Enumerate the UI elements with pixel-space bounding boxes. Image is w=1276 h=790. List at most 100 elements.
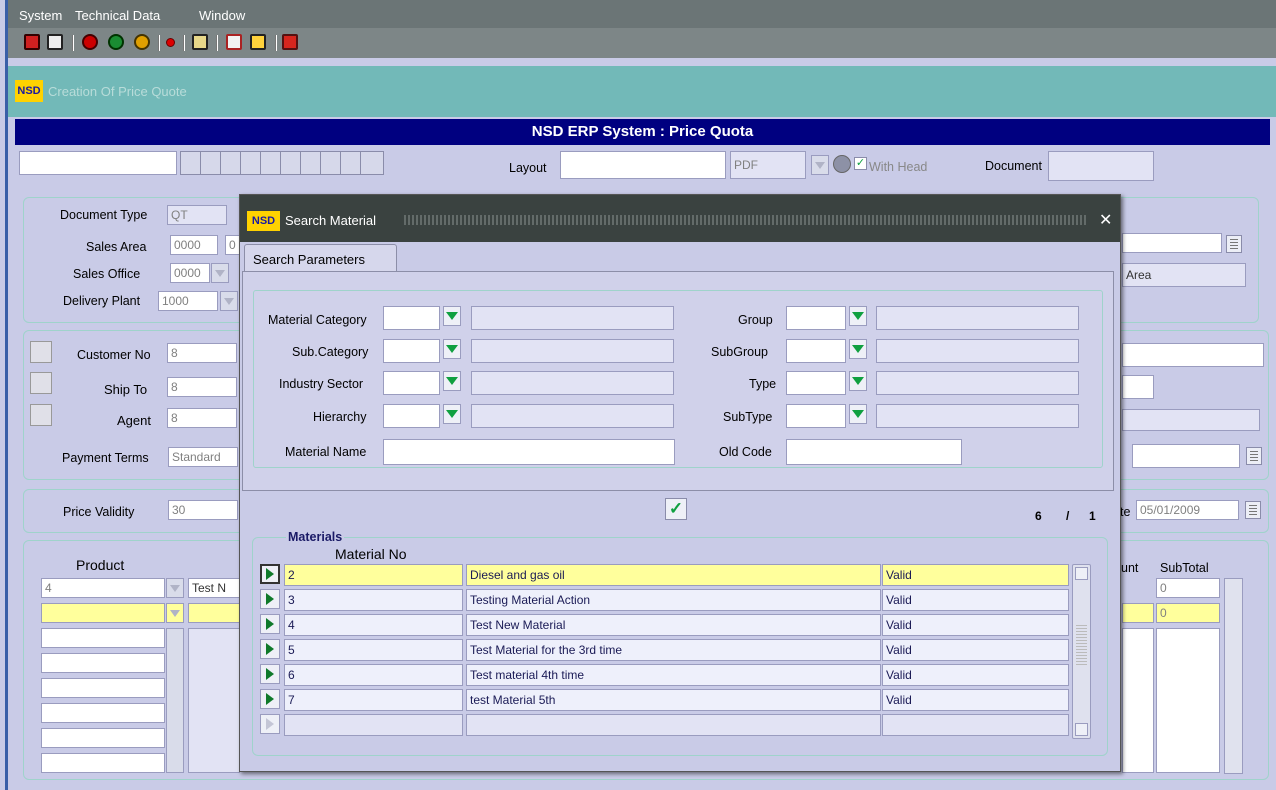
industry-sector-lov-icon[interactable] [443, 371, 461, 391]
agent-field[interactable]: 8 [167, 408, 237, 428]
material-name-field[interactable] [383, 439, 675, 465]
product-row-5[interactable] [41, 678, 165, 698]
list-icon[interactable] [192, 34, 208, 50]
agent-search-icon[interactable] [30, 404, 52, 426]
material-name-cell[interactable]: Test New Material [466, 614, 881, 636]
product-row-7[interactable] [41, 728, 165, 748]
hierarchy-code[interactable] [383, 404, 440, 428]
menu-technical-data[interactable]: Technical Data [75, 8, 160, 23]
layout-field[interactable] [560, 151, 726, 179]
document-field[interactable] [1048, 151, 1154, 181]
old-code-field[interactable] [786, 439, 962, 465]
materials-scrollbar[interactable] [1072, 564, 1091, 739]
print-icon[interactable] [47, 34, 63, 50]
date-field[interactable]: 05/01/2009 [1136, 500, 1239, 520]
product-field[interactable]: 4 [41, 578, 165, 598]
material-status-cell[interactable]: Valid [882, 589, 1069, 611]
table-row[interactable]: 3 Testing Material Action Valid [260, 589, 1072, 611]
customer-right-field-2[interactable] [1122, 375, 1154, 399]
table-row[interactable]: 6 Test material 4th time Valid [260, 664, 1072, 686]
sub-category-code[interactable] [383, 339, 440, 363]
first-record-icon[interactable] [82, 34, 98, 50]
save-icon[interactable] [24, 34, 40, 50]
row-select-icon[interactable] [260, 664, 280, 684]
hierarchy-lov-icon[interactable] [443, 404, 461, 424]
customer-right-field-1[interactable] [1122, 343, 1264, 367]
format-dropdown-icon[interactable] [811, 155, 829, 175]
material-status-cell[interactable]: Valid [882, 664, 1069, 686]
table-row[interactable] [260, 714, 1072, 736]
material-name-cell[interactable] [466, 714, 881, 736]
row-select-icon[interactable] [260, 714, 280, 734]
menu-window[interactable]: Window [199, 8, 245, 23]
sales-office-field[interactable]: 0000 [170, 263, 210, 283]
product-lov-icon[interactable] [166, 578, 184, 598]
open-document-icon[interactable] [250, 34, 266, 50]
subgroup-code[interactable] [786, 339, 846, 363]
row-select-icon[interactable] [260, 639, 280, 659]
record-icon[interactable] [166, 38, 175, 47]
with-head-checkbox[interactable]: ✓ [854, 157, 867, 170]
header-calendar-icon[interactable] [1226, 235, 1242, 253]
material-no-cell[interactable]: 6 [284, 664, 463, 686]
price-validity-field[interactable]: 30 [168, 500, 238, 520]
ship-to-field[interactable]: 8 [167, 377, 237, 397]
material-status-cell[interactable] [882, 714, 1069, 736]
date-calendar-icon[interactable] [1245, 501, 1261, 519]
type-code[interactable] [786, 371, 846, 395]
material-status-cell[interactable]: Valid [882, 689, 1069, 711]
customer-no-field[interactable]: 8 [167, 343, 237, 363]
scroll-thumb[interactable] [1076, 625, 1087, 665]
material-name-cell[interactable]: Test material 4th time [466, 664, 881, 686]
product-row-6[interactable] [41, 703, 165, 723]
product-row-3[interactable] [41, 628, 165, 648]
material-no-cell[interactable]: 7 [284, 689, 463, 711]
subgroup-lov-icon[interactable] [849, 339, 867, 359]
group-code[interactable] [786, 306, 846, 330]
industry-sector-code[interactable] [383, 371, 440, 395]
group-lov-icon[interactable] [849, 306, 867, 326]
material-name-cell[interactable]: test Material 5th [466, 689, 881, 711]
product-scrollbar[interactable] [1224, 578, 1243, 774]
material-no-cell[interactable]: 5 [284, 639, 463, 661]
material-status-cell[interactable]: Valid [882, 639, 1069, 661]
execute-search-button[interactable]: ✓ [665, 498, 687, 520]
product-row-2-desc[interactable] [188, 603, 240, 623]
table-row[interactable]: 4 Test New Material Valid [260, 614, 1072, 636]
sales-area-field[interactable]: 0000 [170, 235, 218, 255]
material-no-cell[interactable] [284, 714, 463, 736]
material-name-cell[interactable]: Test Material for the 3rd time [466, 639, 881, 661]
close-icon[interactable]: ✕ [1099, 210, 1112, 230]
delivery-plant-lov-icon[interactable] [220, 291, 238, 311]
row-select-icon[interactable] [260, 564, 280, 584]
material-category-code[interactable] [383, 306, 440, 330]
scroll-down-icon[interactable] [1075, 723, 1088, 736]
sales-office-lov-icon[interactable] [211, 263, 229, 283]
edit-icon[interactable] [226, 34, 242, 50]
material-no-cell[interactable]: 3 [284, 589, 463, 611]
subtype-code[interactable] [786, 404, 846, 428]
product-row-2[interactable] [41, 603, 165, 623]
tools-icon[interactable] [360, 151, 384, 175]
scroll-up-icon[interactable] [1075, 567, 1088, 580]
with-head-check-icon[interactable] [833, 155, 851, 173]
material-no-cell[interactable]: 4 [284, 614, 463, 636]
header-right-field[interactable] [1122, 233, 1222, 253]
query-field[interactable] [19, 151, 177, 175]
table-row[interactable]: 2 Diesel and gas oil Valid [260, 564, 1072, 586]
type-lov-icon[interactable] [849, 371, 867, 391]
ship-to-search-icon[interactable] [30, 372, 52, 394]
delivery-plant-field[interactable]: 1000 [158, 291, 218, 311]
customer-calendar-icon[interactable] [1246, 447, 1262, 465]
product-row-2-lov-icon[interactable] [166, 603, 184, 623]
next-record-icon[interactable] [134, 34, 150, 50]
material-name-cell[interactable]: Diesel and gas oil [466, 564, 881, 586]
material-status-cell[interactable]: Valid [882, 564, 1069, 586]
material-category-lov-icon[interactable] [443, 306, 461, 326]
customer-right-dropdown[interactable] [1122, 409, 1260, 431]
product-row-8[interactable] [41, 753, 165, 773]
table-row[interactable]: 5 Test Material for the 3rd time Valid [260, 639, 1072, 661]
menu-system[interactable]: System [19, 8, 62, 23]
sub-category-lov-icon[interactable] [443, 339, 461, 359]
material-name-cell[interactable]: Testing Material Action [466, 589, 881, 611]
